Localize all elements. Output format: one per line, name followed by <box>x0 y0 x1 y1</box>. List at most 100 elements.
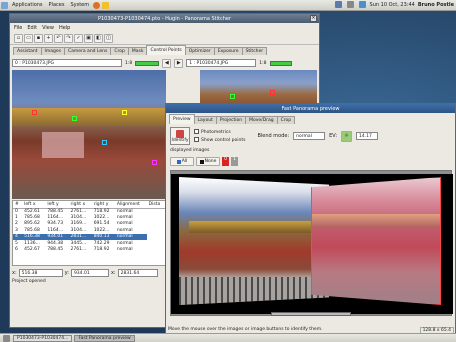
table-cell: 6 <box>15 247 18 253</box>
tab-layout[interactable]: Layout <box>193 116 217 124</box>
gl-preview-icon[interactable]: ◧ <box>94 33 103 43</box>
menu-edit[interactable]: Edit <box>27 25 37 31</box>
col-distance[interactable]: Dista <box>146 201 165 209</box>
optimize-icon[interactable]: ✓ <box>74 33 83 43</box>
control-point-marker[interactable] <box>122 110 127 115</box>
tab-stitcher[interactable]: Stitcher <box>241 47 268 55</box>
preview-canvas[interactable] <box>170 170 453 316</box>
control-point-marker[interactable] <box>32 110 37 115</box>
left-x-field[interactable]: 516.38 <box>18 269 63 277</box>
tab-assistant[interactable]: Assistant <box>13 47 42 55</box>
panorama-image-1[interactable] <box>311 177 441 305</box>
auto-exposure-icon[interactable]: ☼ <box>341 130 352 142</box>
left-image-select[interactable]: 0 : P1030473.JPG <box>12 59 122 67</box>
tab-mask[interactable]: Mask <box>127 47 148 55</box>
tab-preview[interactable]: Preview <box>169 114 195 124</box>
tab-preview-crop[interactable]: Crop <box>276 116 296 124</box>
left-zoom[interactable]: 1:8 <box>125 61 132 66</box>
control-point-marker[interactable] <box>270 90 275 95</box>
tab-camera-lens[interactable]: Camera and Lens <box>63 47 112 55</box>
control-point-marker[interactable] <box>152 160 157 165</box>
col-index[interactable]: # <box>13 201 23 209</box>
ev-spinner[interactable]: 14.17 <box>356 132 378 140</box>
clock[interactable]: Sun 10 Oct, 23:44 <box>370 2 415 8</box>
tab-move-drag[interactable]: Move/Drag <box>245 116 278 124</box>
firefox-icon[interactable] <box>93 1 101 9</box>
identify-icon <box>176 129 184 138</box>
tab-optimizer[interactable]: Optimizer <box>184 47 215 55</box>
tab-images[interactable]: Images <box>40 47 65 55</box>
open-icon[interactable]: ▭ <box>24 33 33 43</box>
save-icon[interactable]: ▪ <box>34 33 43 43</box>
tab-crop[interactable]: Crop <box>110 47 129 55</box>
control-point-marker[interactable] <box>72 116 77 121</box>
none-button[interactable]: None <box>196 157 220 166</box>
main-titlebar[interactable]: P1030473-P1030474.pto - Hugin - Panorama… <box>10 14 319 23</box>
preview-titlebar[interactable]: Fast Panorama preview <box>166 104 455 113</box>
new-icon[interactable]: ▫ <box>14 33 23 43</box>
col-right-y[interactable]: right y <box>91 201 115 209</box>
menu-view[interactable]: View <box>42 25 54 31</box>
control-point-marker[interactable] <box>230 94 235 99</box>
main-toolbar: ▫ ▭ ▪ + ↶ ↷ ✓ ▣ ◧ ◫ <box>10 32 319 45</box>
right-zoom[interactable]: 1:8 <box>259 61 266 66</box>
prev-pair-icon[interactable]: ◀ <box>162 58 172 68</box>
menu-file[interactable]: File <box>14 25 22 31</box>
col-right-x[interactable]: right x <box>68 201 92 209</box>
system-menu[interactable]: System <box>67 2 92 8</box>
image-toggle-0[interactable]: 0 <box>222 157 229 166</box>
main-window-title: P1030473-P1030474.pto - Hugin - Panorama… <box>97 15 232 22</box>
next-pair-icon[interactable]: ▶ <box>174 58 184 68</box>
show-desktop-icon[interactable] <box>3 334 10 342</box>
menu-help[interactable]: Help <box>59 25 70 31</box>
preview-fov-slider[interactable] <box>271 312 351 316</box>
col-left-y[interactable]: left y <box>45 201 69 209</box>
right-image-select[interactable]: 1 : P1030474.JPG <box>186 59 257 67</box>
control-point-table[interactable]: # left x left y right x right y Alignmen… <box>12 200 166 266</box>
gnome-foot-icon[interactable] <box>1 1 8 9</box>
redo-icon[interactable]: ↷ <box>64 33 73 43</box>
mail-icon[interactable] <box>358 1 366 8</box>
col-left-x[interactable]: left x <box>22 201 46 209</box>
tab-exposure[interactable]: Exposure <box>213 47 243 55</box>
left-photo-view[interactable] <box>12 70 166 199</box>
taskbar-item-preview[interactable]: Fast Panorama preview <box>74 334 135 342</box>
right-x-field[interactable]: 2831.64 <box>117 269 158 277</box>
notes-icon[interactable] <box>102 1 110 9</box>
applications-menu[interactable]: Applications <box>9 2 46 8</box>
control-point-marker[interactable] <box>102 140 107 145</box>
close-icon[interactable]: × <box>310 15 317 22</box>
left-selection-box[interactable] <box>42 132 84 158</box>
tab-projection[interactable]: Projection <box>215 116 247 124</box>
places-menu[interactable]: Places <box>46 2 68 8</box>
main-status-text: Project opened <box>12 279 46 284</box>
left-zoom-slider[interactable] <box>135 60 160 66</box>
undo-icon[interactable]: ↶ <box>54 33 63 43</box>
panorama-image-0[interactable] <box>179 177 329 305</box>
table-row[interactable]: 6 452.67 788.45 2761... 718.92 normal <box>13 246 165 252</box>
image-toggle-1[interactable]: 1 <box>231 157 238 166</box>
preview-checkboxes: Photometrics Show control points <box>194 129 245 143</box>
photometrics-label: Photometrics <box>201 130 231 135</box>
main-tabs: Assistant Images Camera and Lens Crop Ma… <box>10 45 319 55</box>
all-icon <box>176 159 181 164</box>
top-panel: Applications Places System Sun 10 Oct, 2… <box>0 0 456 11</box>
add-images-icon[interactable]: + <box>44 33 53 43</box>
user-name[interactable]: Bruno Postle <box>418 2 454 8</box>
network-icon[interactable] <box>334 1 342 8</box>
displayed-images-label: displayed images <box>170 148 210 153</box>
photometrics-checkbox[interactable]: Photometrics <box>194 129 245 135</box>
all-button[interactable]: All <box>170 157 194 166</box>
taskbar-item-main[interactable]: P1030473-P1030474... <box>13 334 73 342</box>
volume-icon[interactable] <box>346 1 354 8</box>
left-y-field[interactable]: 934.01 <box>70 269 109 277</box>
right-zoom-slider[interactable] <box>269 60 292 66</box>
col-alignment[interactable]: Alignment <box>114 201 147 209</box>
stitch-icon[interactable]: ◫ <box>104 33 113 43</box>
blend-mode-select[interactable]: normal <box>293 132 326 140</box>
preview-icon[interactable]: ▣ <box>84 33 93 43</box>
tab-control-points[interactable]: Control Points <box>146 45 186 55</box>
show-cp-checkbox[interactable]: Show control points <box>194 137 245 143</box>
identify-button[interactable]: Identify <box>170 127 190 145</box>
preview-controls: Identify Photometrics Show control point… <box>170 126 454 146</box>
